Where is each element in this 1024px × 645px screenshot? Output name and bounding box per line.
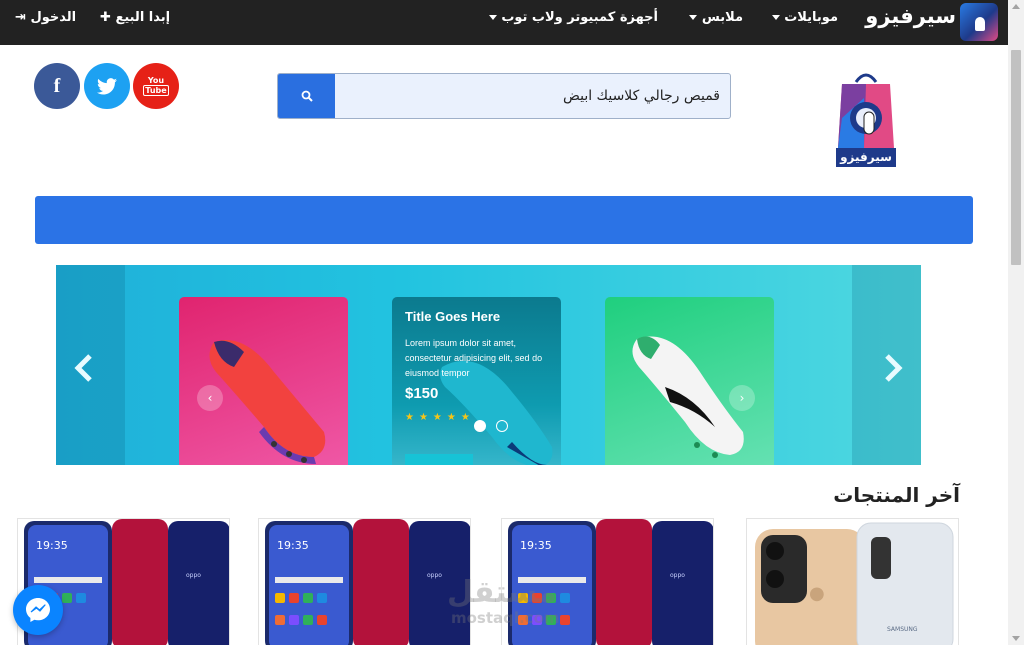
youtube-button[interactable]: You Tube [133,63,179,109]
carousel-next-button[interactable] [883,353,903,389]
oppo-phones-image: 19:35 oppo [265,519,470,645]
card-title: Title Goes Here [405,309,501,324]
twitter-icon [97,77,117,94]
start-selling-link[interactable]: ✚ إبدا البيع [100,10,170,25]
youtube-label-bottom: Tube [143,85,169,96]
card-price: $150 [405,385,439,402]
site-logo-text: سيرفيزو [840,150,892,164]
carousel-card-white-shoe[interactable]: › [605,297,774,465]
youtube-label-top: You [147,76,165,85]
login-label: الدخول [30,10,77,25]
chevron-down-icon [771,15,780,20]
scroll-down-arrow-icon[interactable] [1012,636,1020,641]
carousel-card-featured[interactable]: Title Goes Here Lorem ipsum dolor sit am… [392,297,561,465]
search-input[interactable] [335,74,730,118]
login-link[interactable]: ⇥ الدخول [15,10,76,25]
youtube-icon: You Tube [143,76,169,96]
chevron-down-icon [488,15,497,20]
card-prev-button[interactable]: ‹ [197,385,223,411]
chevron-right-icon [885,354,903,382]
sign-in-icon: ⇥ [15,10,26,25]
start-selling-label: إبدا البيع [115,10,171,25]
chevron-left-icon [74,354,92,382]
nav-item-label: موبايلات [784,10,838,25]
chevron-down-icon [689,15,698,20]
product-card[interactable]: ● SAMSUNG [746,518,959,645]
search-icon [301,90,313,102]
vertical-scrollbar[interactable] [1008,0,1024,645]
carousel-dot-active[interactable] [474,420,486,432]
svg-text:●: ● [809,583,825,604]
scrollbar-thumb[interactable] [1011,50,1021,265]
phone-clock-text: 19:35 [277,539,309,552]
facebook-button[interactable]: f [34,63,80,109]
facebook-icon: f [53,74,61,97]
iphone-samsung-image: ● SAMSUNG [755,522,954,645]
scroll-up-arrow-icon[interactable] [1012,4,1020,9]
category-bar [35,196,973,244]
search-button[interactable] [278,74,335,118]
nav-item-label: أجهزة كمبيوتر ولاب توب [501,10,658,25]
samsung-brand-text: SAMSUNG [887,626,918,633]
search-bar [277,73,731,119]
oppo-brand-text: oppo [186,572,201,579]
watermark-arabic: مستقل [447,575,557,610]
carousel-card-red-shoe[interactable]: ‹ [179,297,348,465]
messenger-icon [26,598,50,622]
card-next-button[interactable]: › [729,385,755,411]
oppo-brand-text: oppo [670,572,685,579]
card-buy-button[interactable] [405,454,473,465]
phone-clock-text: 19:35 [520,539,552,552]
carousel-prev-button[interactable] [74,353,94,389]
red-football-boot-image [209,340,326,464]
card-description: Lorem ipsum dolor sit amet, consectetur … [405,338,543,378]
product-carousel: ‹ Title Goes Here Lorem ipsum dolor sit … [56,265,921,465]
carousel-indicators [474,417,513,436]
oppo-brand-text: oppo [427,572,442,579]
brand-logo-icon[interactable] [960,3,998,41]
brand-name[interactable]: سيرفيزو [865,4,956,28]
top-navbar: سيرفيزو موبايلات ملابس أجهزة كمبيوتر ولا… [0,0,1008,45]
rating-stars: ★★★★★ [405,412,475,423]
product-card[interactable]: 19:35 oppo [258,518,471,645]
latest-products-title: آخر المنتجات [833,483,960,507]
site-logo[interactable]: سيرفيزو [834,68,898,168]
nav-item-mobiles[interactable]: موبايلات [766,10,838,25]
phone-clock-text: 19:35 [36,539,68,552]
watermark-url: mostaql.com [451,609,560,627]
messenger-chat-button[interactable] [13,585,63,635]
watermark: مستقل mostaql.com [447,575,560,627]
twitter-button[interactable] [84,63,130,109]
nav-item-computers[interactable]: أجهزة كمبيوتر ولاب توب [483,10,658,25]
plus-icon: ✚ [100,10,111,25]
nav-item-clothes[interactable]: ملابس [683,10,743,25]
nav-item-label: ملابس [701,10,743,25]
carousel-dot[interactable] [496,420,509,432]
